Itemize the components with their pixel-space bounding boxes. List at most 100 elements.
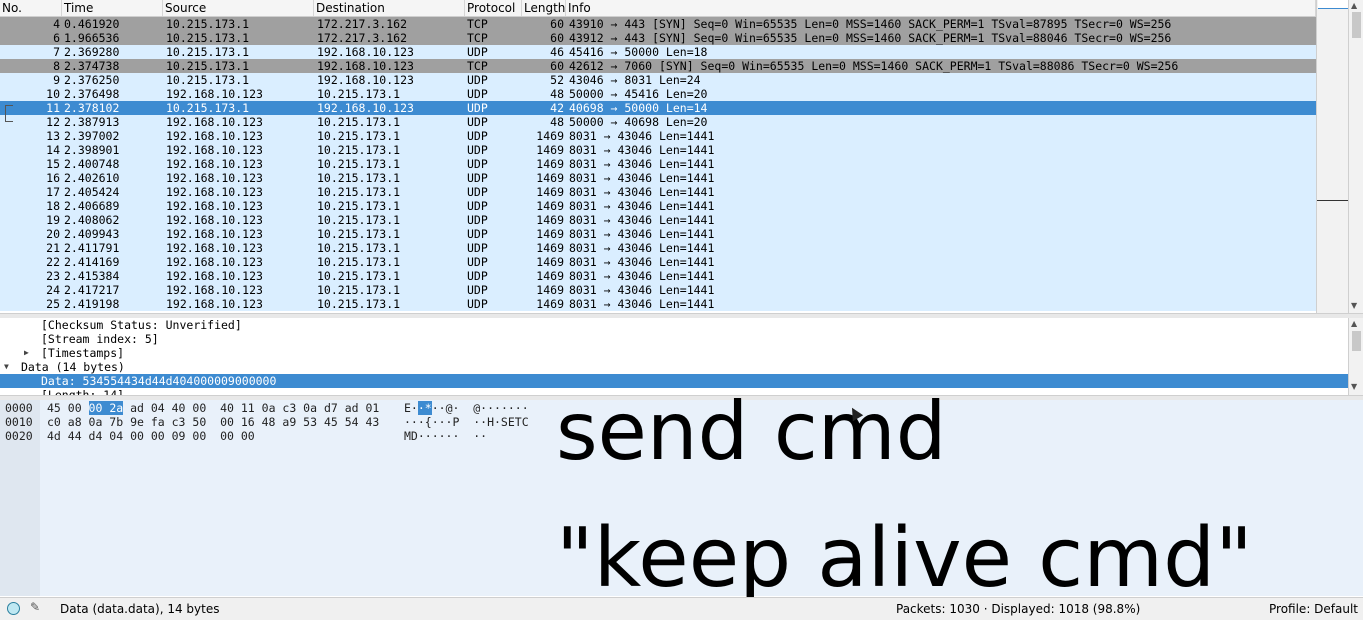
packet-list-pane[interactable]: No. Time Source Destination Protocol Len… [0,0,1348,313]
packet-cell-proto: UDP [467,45,488,59]
packet-cell-no: 16 [46,171,60,185]
packet-row[interactable]: 8 2.374738 10.215.173.1 192.168.10.123 TCP 60… [0,59,1316,73]
column-header-no[interactable]: No. [0,0,62,16]
detail-text: Data: 534554434d44d404000009000000 [41,374,277,388]
packet-cell-info: 8031 → 43046 Len=1441 [569,269,715,283]
byte-hex-part: 4d 44 d4 04 00 00 09 00 00 00 [47,429,255,443]
byte-ascii[interactable]: ···{···P ··H·SETC [404,415,529,429]
packet-cell-info: 42612 → 7060 [SYN] Seq=0 Win=65535 Len=0… [569,59,1179,73]
packet-cell-proto: UDP [467,171,488,185]
packet-cell-len: 1469 [536,241,564,255]
packet-cell-src: 192.168.10.123 [166,87,263,101]
byte-ascii-part: MD······ ·· [404,429,488,443]
packet-cell-info: 8031 → 43046 Len=1441 [569,143,715,157]
packet-cell-src: 192.168.10.123 [166,283,263,297]
byte-hex[interactable]: 45 00 00 2a ad 04 40 00 40 11 0a c3 0a d… [47,401,379,415]
packet-cell-info: 43910 → 443 [SYN] Seq=0 Win=65535 Len=0 … [569,17,1172,31]
packet-list-vertical-scrollbar[interactable]: ▲ ▼ [1348,0,1363,313]
packet-cell-no: 13 [46,129,60,143]
column-header-source[interactable]: Source [163,0,314,16]
packet-row[interactable]: 14 2.398901 192.168.10.123 10.215.173.1 UDP 1… [0,143,1316,157]
packet-cell-dst: 10.215.173.1 [317,297,401,311]
packet-cell-dst: 192.168.10.123 [317,101,414,115]
packet-cell-time: 2.409943 [64,227,120,241]
packet-cell-src: 192.168.10.123 [166,185,263,199]
packet-cell-no: 24 [46,283,60,297]
packet-cell-src: 192.168.10.123 [166,157,263,171]
packet-row[interactable]: 12 2.387913 192.168.10.123 10.215.173.1 UDP 4… [0,115,1316,129]
packet-cell-time: 2.398901 [64,143,120,157]
packet-row[interactable]: 17 2.405424 192.168.10.123 10.215.173.1 UDP 1… [0,185,1316,199]
packet-row[interactable]: 19 2.408062 192.168.10.123 10.215.173.1 UDP 1… [0,213,1316,227]
packet-row[interactable]: 16 2.402610 192.168.10.123 10.215.173.1 UDP 1… [0,171,1316,185]
packet-row[interactable]: 10 2.376498 192.168.10.123 10.215.173.1 UDP 4… [0,87,1316,101]
tree-expanded-icon[interactable]: ▼ [4,360,9,374]
byte-ascii-highlight: ·* [417,401,432,415]
packet-cell-time: 2.408062 [64,213,120,227]
packet-row[interactable]: 20 2.409943 192.168.10.123 10.215.173.1 UDP 1… [0,227,1316,241]
column-header-info[interactable]: Info [566,0,1316,16]
packet-row[interactable]: 13 2.397002 192.168.10.123 10.215.173.1 UDP 1… [0,129,1316,143]
packet-row[interactable]: 4 0.461920 10.215.173.1 172.217.3.162 TCP 60 4… [0,17,1316,31]
expert-info-icon[interactable] [7,602,20,615]
packet-row[interactable]: 11 2.378102 10.215.173.1 192.168.10.123 UDP 4… [0,101,1316,115]
packet-cell-info: 40698 → 50000 Len=14 [569,101,708,115]
packet-cell-proto: UDP [467,101,488,115]
byte-ascii[interactable]: MD······ ·· [404,429,487,443]
byte-hex-part: c0 a8 0a 7b 9e fa c3 50 00 16 48 a9 53 4… [47,415,380,429]
scroll-down-arrow-icon[interactable]: ▼ [1351,301,1357,311]
packet-row[interactable]: 18 2.406689 192.168.10.123 10.215.173.1 UDP 1… [0,199,1316,213]
packet-list-scrollbar[interactable] [1316,0,1349,313]
packet-row[interactable]: 15 2.400748 192.168.10.123 10.215.173.1 UDP 1… [0,157,1316,171]
packet-row[interactable]: 24 2.417217 192.168.10.123 10.215.173.1 UDP 1… [0,283,1316,297]
packet-cell-src: 192.168.10.123 [166,171,263,185]
packet-cell-len: 1469 [536,199,564,213]
scroll-up-arrow-icon[interactable]: ▲ [1351,1,1357,11]
packet-cell-time: 0.461920 [64,17,120,31]
packet-cell-src: 10.215.173.1 [166,73,250,87]
packet-row[interactable]: 7 2.369280 10.215.173.1 192.168.10.123 UDP 46… [0,45,1316,59]
detail-text: [Length: 14] [41,388,125,395]
details-vertical-scrollbar[interactable]: ▲ ▼ [1348,318,1363,395]
column-header-protocol[interactable]: Protocol [465,0,522,16]
detail-tree-item[interactable]: [Stream index: 5] [0,332,1348,346]
packet-cell-info: 8031 → 43046 Len=1441 [569,171,715,185]
packet-cell-len: 48 [550,115,564,129]
detail-tree-item[interactable]: ▼ Data (14 bytes) [0,360,1348,374]
packet-cell-dst: 10.215.173.1 [317,115,401,129]
status-profile[interactable]: Profile: Default [1269,602,1358,616]
packet-cell-src: 192.168.10.123 [166,199,263,213]
packet-cell-time: 2.406689 [64,199,120,213]
byte-hex[interactable]: c0 a8 0a 7b 9e fa c3 50 00 16 48 a9 53 4… [47,415,379,429]
details-scroll-thumb[interactable] [1352,331,1361,351]
byte-ascii[interactable]: E··*··@· @······· [404,401,529,415]
detail-tree-item[interactable]: [Checksum Status: Unverified] [0,318,1348,332]
scroll-thumb[interactable] [1352,12,1361,38]
column-header-time[interactable]: Time [62,0,163,16]
detail-tree-item[interactable]: ▶ [Timestamps] [0,346,1348,360]
packet-cell-proto: UDP [467,199,488,213]
details-scroll-down-icon[interactable]: ▼ [1351,382,1357,392]
packet-cell-proto: TCP [467,17,488,31]
tree-collapsed-icon[interactable]: ▶ [24,346,29,360]
packet-row[interactable]: 23 2.415384 192.168.10.123 10.215.173.1 UDP 1… [0,269,1316,283]
packet-cell-len: 1469 [536,185,564,199]
details-scroll-up-icon[interactable]: ▲ [1351,319,1357,329]
byte-hex[interactable]: 4d 44 d4 04 00 00 09 00 00 00 [47,429,255,443]
edit-capture-comment-icon[interactable]: ✎ [30,600,40,614]
packet-cell-no: 7 [53,45,60,59]
column-header-length[interactable]: Length [522,0,566,16]
packet-row[interactable]: 25 2.419198 192.168.10.123 10.215.173.1 UDP 1… [0,297,1316,311]
packet-cell-no: 21 [46,241,60,255]
packet-cell-proto: UDP [467,185,488,199]
packet-row[interactable]: 9 2.376250 10.215.173.1 192.168.10.123 UDP 52… [0,73,1316,87]
packet-cell-info: 50000 → 40698 Len=20 [569,115,708,129]
packet-cell-proto: UDP [467,157,488,171]
packet-row[interactable]: 6 1.966536 10.215.173.1 172.217.3.162 TCP 60 4… [0,31,1316,45]
packet-cell-dst: 192.168.10.123 [317,45,414,59]
packet-cell-src: 192.168.10.123 [166,115,263,129]
packet-row[interactable]: 22 2.414169 192.168.10.123 10.215.173.1 UDP 1… [0,255,1316,269]
packet-cell-dst: 10.215.173.1 [317,129,401,143]
packet-row[interactable]: 21 2.411791 192.168.10.123 10.215.173.1 UDP 1… [0,241,1316,255]
column-header-destination[interactable]: Destination [314,0,465,16]
